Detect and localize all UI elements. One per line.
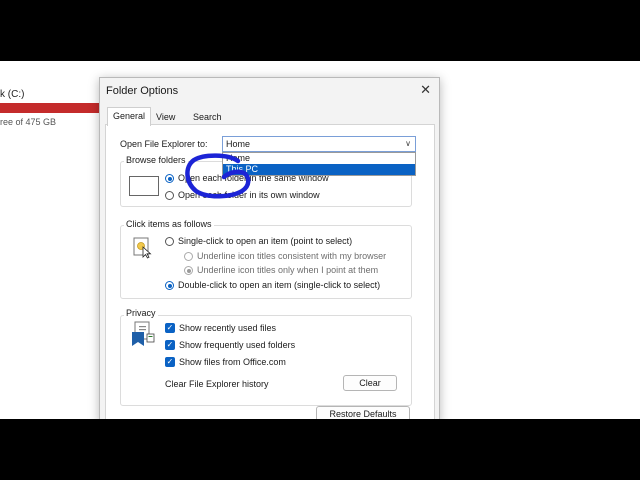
open-explorer-value: Home: [226, 139, 251, 149]
dropdown-option-home[interactable]: Home: [223, 153, 415, 164]
click-items-legend: Click items as follows: [124, 219, 214, 229]
explorer-background: k (C:) ree of 475 GB Folder Options ✕ Ge…: [0, 61, 640, 419]
chevron-down-icon: ∨: [405, 139, 411, 148]
clear-button[interactable]: Clear: [343, 375, 397, 391]
privacy-legend: Privacy: [124, 308, 158, 318]
folder-window-icon: [129, 176, 159, 196]
checkbox-show-office[interactable]: ✓: [165, 357, 175, 367]
radio-same-window[interactable]: [165, 174, 174, 183]
radio-underline-browser: [184, 252, 193, 261]
underline-point-label: Underline icon titles only when I point …: [197, 265, 379, 275]
drive-free-space: ree of 475 GB: [0, 117, 57, 127]
own-window-label[interactable]: Open each folder in its own window: [178, 190, 320, 200]
dialog-title: Folder Options: [106, 85, 179, 97]
checkbox-show-frequent[interactable]: ✓: [165, 340, 175, 350]
pointer-click-icon: [133, 237, 153, 259]
dropdown-option-this-pc[interactable]: This PC: [223, 164, 415, 175]
radio-double-click[interactable]: [165, 281, 174, 290]
underline-browser-label: Underline icon titles consistent with my…: [197, 251, 387, 261]
show-recent-label[interactable]: Show recently used files: [179, 323, 276, 333]
open-explorer-select[interactable]: Home ∨: [222, 136, 416, 152]
radio-underline-point: [184, 266, 193, 275]
close-icon[interactable]: ✕: [420, 82, 431, 98]
open-explorer-label: Open File Explorer to:: [120, 139, 208, 149]
drive-usage-bar: [0, 103, 112, 113]
show-frequent-label[interactable]: Show frequently used folders: [179, 340, 295, 350]
general-tab-panel: Open File Explorer to: Home ∨ Home This …: [105, 124, 435, 419]
privacy-document-icon: [129, 321, 157, 347]
folder-options-dialog: Folder Options ✕ General View Search Ope…: [99, 77, 440, 419]
open-explorer-dropdown: Home This PC: [222, 152, 416, 176]
tab-search[interactable]: Search: [188, 109, 227, 125]
browse-folders-legend: Browse folders: [124, 155, 188, 165]
show-office-label[interactable]: Show files from Office.com: [179, 357, 286, 367]
tab-view[interactable]: View: [151, 109, 180, 125]
single-click-label[interactable]: Single-click to open an item (point to s…: [178, 236, 352, 246]
restore-defaults-button[interactable]: Restore Defaults: [316, 406, 410, 419]
radio-single-click[interactable]: [165, 237, 174, 246]
clear-history-label: Clear File Explorer history: [165, 379, 269, 389]
checkbox-show-recent[interactable]: ✓: [165, 323, 175, 333]
drive-label: k (C:): [0, 89, 25, 100]
tab-general[interactable]: General: [107, 107, 152, 126]
radio-own-window[interactable]: [165, 191, 174, 200]
double-click-label[interactable]: Double-click to open an item (single-cli…: [178, 280, 380, 290]
